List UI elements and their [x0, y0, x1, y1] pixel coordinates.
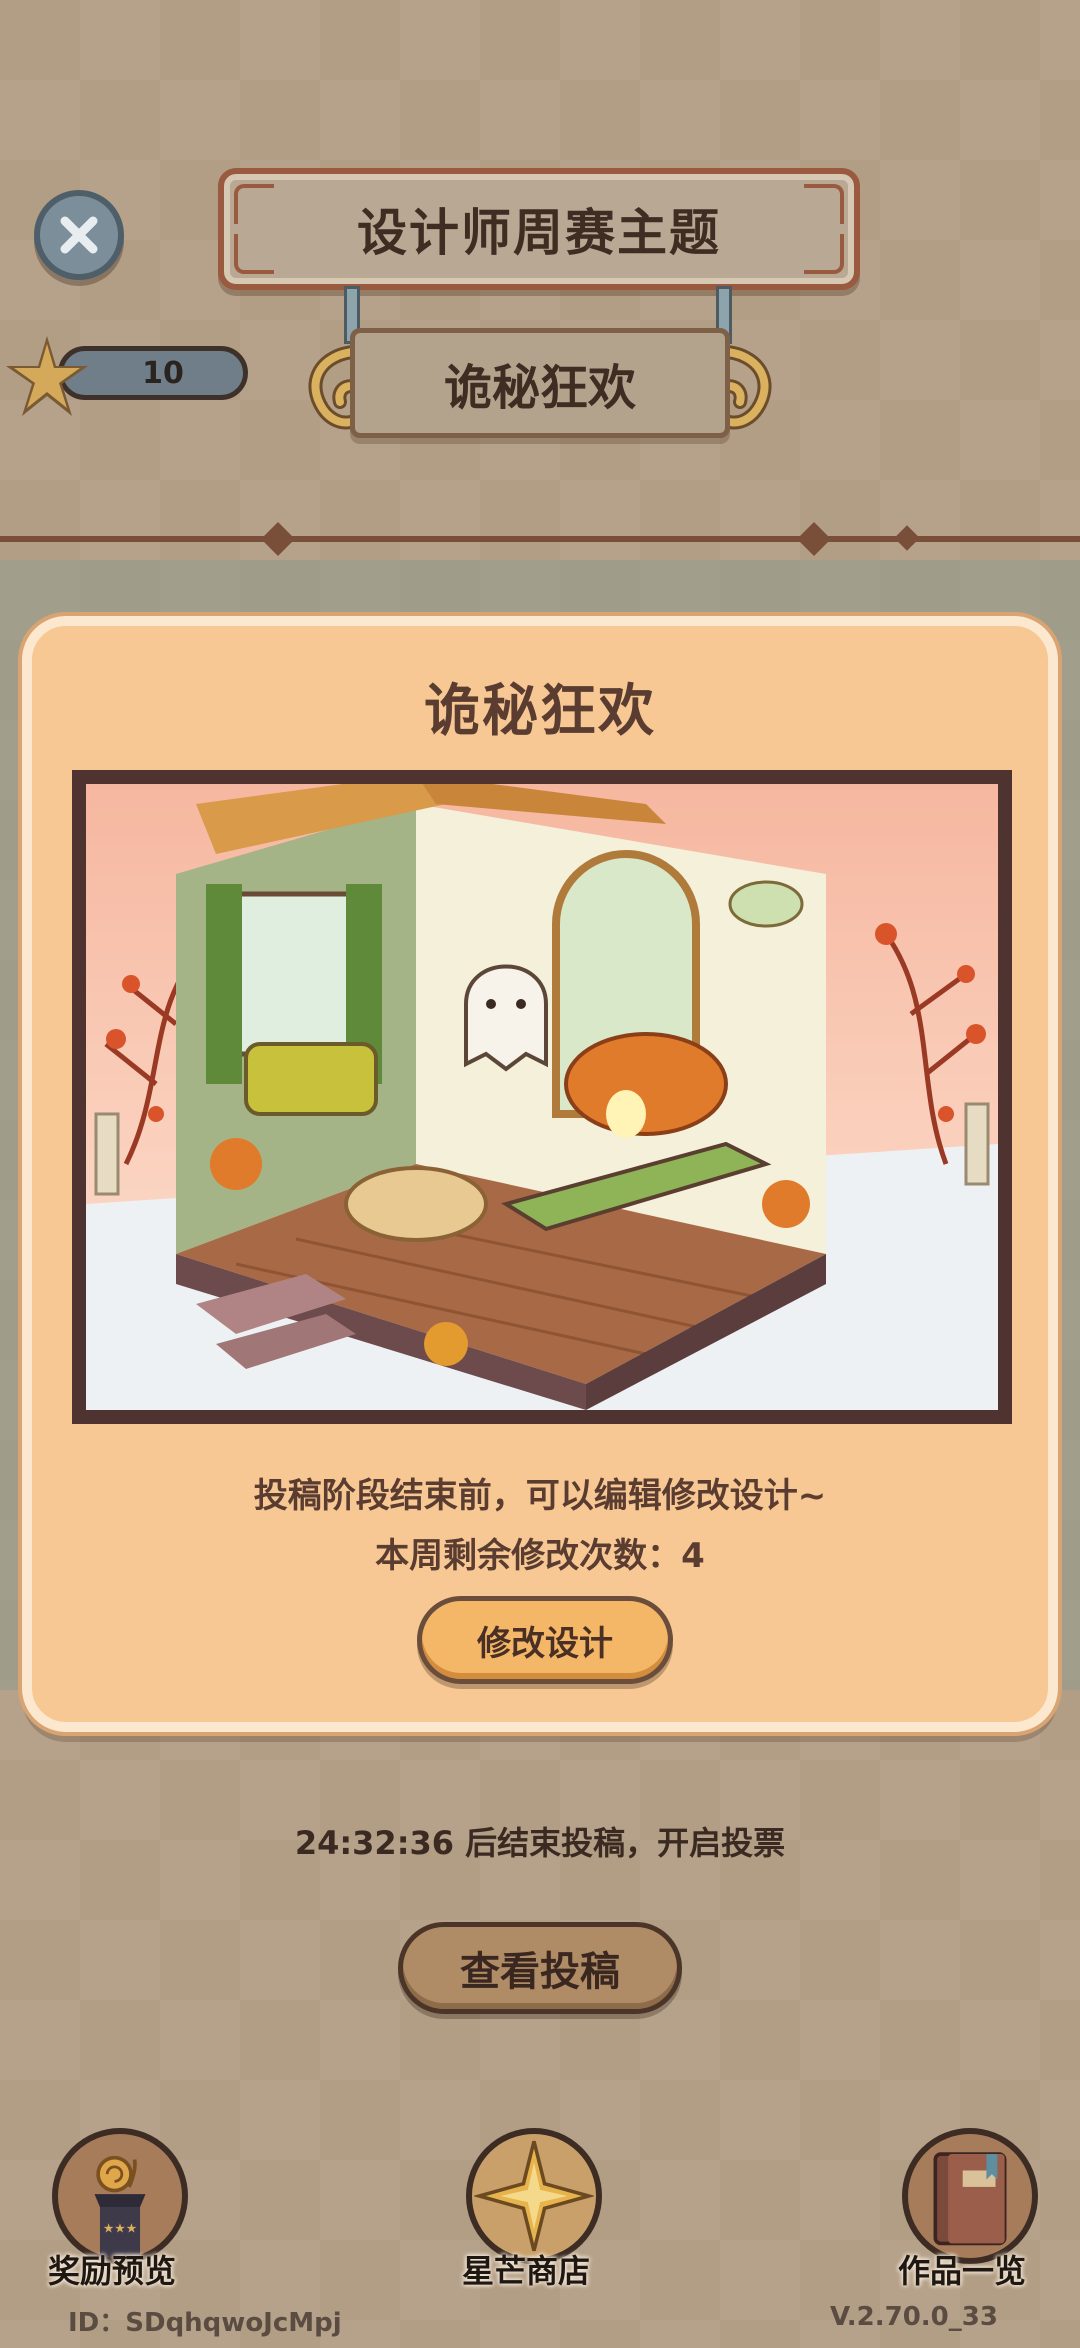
nav-star-shop[interactable]: 星芒商店 — [436, 2128, 616, 2290]
book-icon — [902, 2128, 1038, 2264]
view-submission-label: 查看投稿 — [460, 1949, 620, 1995]
contest-title-sign: 设计师周赛主题 — [218, 168, 860, 290]
nav-reward-preview-label: 奖励预览 — [47, 2252, 176, 2290]
edit-hint-text: 投稿阶段结束前，可以编辑修改设计~ — [253, 1476, 827, 1516]
submission-countdown: 24:32:36 后结束投稿，开启投票 — [294, 1824, 786, 1862]
close-icon — [60, 216, 98, 254]
modal-title: 诡秘狂欢 — [424, 679, 656, 744]
nav-works-overview-label: 作品一览 — [897, 2252, 1026, 2290]
close-button[interactable] — [34, 190, 124, 280]
room-illustration — [86, 784, 998, 1410]
theme-plaque: 诡秘狂欢 — [350, 328, 730, 438]
version-text: V.2.70.0_33 — [830, 2302, 998, 2332]
star-count: 10 — [142, 355, 184, 391]
theme-name: 诡秘狂欢 — [443, 360, 636, 416]
divider-ornament — [261, 522, 295, 556]
edit-design-label: 修改设计 — [477, 1623, 613, 1664]
remaining-edits-text: 本周剩余修改次数：4 — [375, 1536, 705, 1576]
theme-detail-modal: 诡秘狂欢 投稿阶段结束前，可以编辑修改设计~ 本周剩余修改次数：4 修改设计 — [22, 616, 1058, 1732]
page-title: 设计师周赛主题 — [357, 204, 721, 262]
view-submission-button[interactable]: 查看投稿 — [398, 1922, 682, 2014]
star-icon — [6, 336, 88, 416]
divider-ornament — [894, 525, 920, 551]
user-id-text: ID：SDqhqwoJcMpj — [68, 2308, 342, 2338]
divider-ornament — [797, 522, 831, 556]
edit-design-button[interactable]: 修改设计 — [417, 1596, 673, 1684]
design-preview-image — [72, 770, 1012, 1424]
nav-star-shop-label: 星芒商店 — [461, 2252, 590, 2290]
nav-works-overview[interactable]: 作品一览 — [872, 2128, 1052, 2290]
trophy-snail-icon: ★★★ — [52, 2128, 188, 2264]
nav-reward-preview[interactable]: ★★★ 奖励预览 — [22, 2128, 202, 2290]
star-shop-icon — [466, 2128, 602, 2264]
svg-text:★★★: ★★★ — [103, 2221, 137, 2236]
